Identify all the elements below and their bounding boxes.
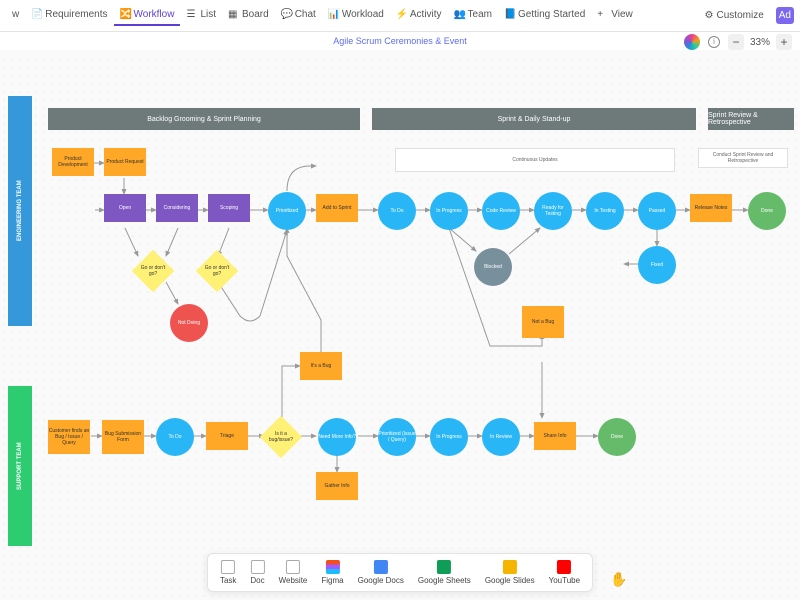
- node-todo-1[interactable]: To Do: [378, 192, 416, 230]
- insert-google-docs[interactable]: Google Docs: [352, 558, 410, 587]
- node-todo-2[interactable]: To Do: [156, 418, 194, 456]
- info-icon[interactable]: i: [708, 36, 720, 48]
- insert-task[interactable]: Task: [214, 558, 242, 587]
- doc-icon: [251, 560, 265, 574]
- connectors: [0, 56, 800, 600]
- team-icon: 👥: [454, 9, 465, 20]
- node-continuous-updates[interactable]: Continuous Updates: [395, 148, 675, 172]
- insert-youtube[interactable]: YouTube: [543, 558, 586, 587]
- zoom-in-button[interactable]: +: [776, 34, 792, 50]
- node-scoping[interactable]: Scoping: [208, 194, 250, 222]
- gear-icon: ⚙: [705, 10, 714, 21]
- node-add-sprint[interactable]: Add to Sprint: [316, 194, 358, 222]
- tab-workload[interactable]: 📊Workload: [322, 5, 390, 26]
- node-blocked[interactable]: Blocked: [474, 248, 512, 286]
- insert-doc[interactable]: Doc: [244, 558, 270, 587]
- node-considering[interactable]: Considering: [156, 194, 198, 222]
- node-in-testing[interactable]: In Testing: [586, 192, 624, 230]
- zoom-controls: − 33% +: [728, 34, 792, 50]
- node-not-doing[interactable]: Not Doing: [170, 304, 208, 342]
- lane-support: SUPPORT TEAM: [8, 386, 32, 546]
- insert-toolbar: Task Doc Website Figma Google Docs Googl…: [207, 553, 593, 592]
- section-sprint[interactable]: Sprint & Daily Stand-up: [372, 108, 696, 130]
- pan-hand-icon[interactable]: ✋: [610, 571, 627, 588]
- node-passed[interactable]: Passed: [638, 192, 676, 230]
- lane-engineering: ENGINEERING TEAM: [8, 96, 32, 326]
- zoom-level: 33%: [750, 37, 770, 48]
- google-sheets-icon: [437, 560, 451, 574]
- node-done-1[interactable]: Done: [748, 192, 786, 230]
- node-gather-info[interactable]: Gather Info: [316, 472, 358, 500]
- node-triage[interactable]: Triage: [206, 422, 248, 450]
- node-need-info[interactable]: Need More Info?: [318, 418, 356, 456]
- node-share-info[interactable]: Share Info: [534, 422, 576, 450]
- plus-icon: +: [597, 9, 608, 20]
- node-prioritized[interactable]: Prioritized: [268, 192, 306, 230]
- youtube-icon: [557, 560, 571, 574]
- add-button[interactable]: Ad: [776, 7, 794, 24]
- doc-icon: 📘: [504, 9, 515, 20]
- view-tabs-toolbar: w 📄Requirements 🔀Workflow ☰List ▦Board 💬…: [0, 0, 800, 32]
- task-icon: [221, 560, 235, 574]
- figma-icon: [326, 560, 340, 574]
- node-go-nogo-1[interactable]: Go or don't go?: [132, 250, 174, 292]
- workflow-icon: 🔀: [120, 9, 131, 20]
- insert-google-sheets[interactable]: Google Sheets: [412, 558, 477, 587]
- tab-requirements[interactable]: 📄Requirements: [25, 5, 113, 26]
- tab-add-view[interactable]: +View: [591, 5, 639, 26]
- google-slides-icon: [503, 560, 517, 574]
- node-in-review[interactable]: In Review: [482, 418, 520, 456]
- tab-activity[interactable]: ⚡Activity: [390, 5, 448, 26]
- node-ready-testing[interactable]: Ready for Testing: [534, 192, 572, 230]
- node-go-nogo-2[interactable]: Go or don't go?: [196, 250, 238, 292]
- tab-getting-started[interactable]: 📘Getting Started: [498, 5, 591, 26]
- node-release-notes[interactable]: Release Notes: [690, 194, 732, 222]
- insert-google-slides[interactable]: Google Slides: [479, 558, 541, 587]
- tab-workflow[interactable]: 🔀Workflow: [114, 5, 181, 26]
- board-icon: ▦: [228, 9, 239, 20]
- node-done-2[interactable]: Done: [598, 418, 636, 456]
- node-fixed[interactable]: Fixed: [638, 246, 676, 284]
- node-product-request[interactable]: Product Request: [104, 148, 146, 176]
- tab-list[interactable]: ☰List: [180, 5, 222, 26]
- node-conduct-review[interactable]: Conduct Sprint Review and Retrospective: [698, 148, 788, 168]
- website-icon: [286, 560, 300, 574]
- node-in-progress-2[interactable]: In Progress: [430, 418, 468, 456]
- tab-chat[interactable]: 💬Chat: [275, 5, 322, 26]
- node-bug-form[interactable]: Bug Submission Form: [102, 420, 144, 454]
- node-customer-bug[interactable]: Customer finds an Bug / Issue / Query: [48, 420, 90, 454]
- workload-icon: 📊: [328, 9, 339, 20]
- list-icon: ☰: [186, 9, 197, 20]
- node-open[interactable]: Open: [104, 194, 146, 222]
- node-prioritized-issue[interactable]: Prioritized (Issue / Query): [378, 418, 416, 456]
- zoom-out-button[interactable]: −: [728, 34, 744, 50]
- section-backlog[interactable]: Backlog Grooming & Sprint Planning: [48, 108, 360, 130]
- canvas-title: Agile Scrum Ceremonies & Event: [333, 36, 467, 46]
- chat-icon: 💬: [281, 9, 292, 20]
- insert-figma[interactable]: Figma: [315, 558, 349, 587]
- node-code-review[interactable]: Code Review: [482, 192, 520, 230]
- canvas-title-bar: Agile Scrum Ceremonies & Event i − 33% +: [0, 32, 800, 50]
- google-docs-icon: [374, 560, 388, 574]
- node-not-bug[interactable]: Not a Bug: [522, 306, 564, 338]
- node-product-development[interactable]: Product Development: [52, 148, 94, 176]
- tab-board[interactable]: ▦Board: [222, 5, 275, 26]
- tab-team[interactable]: 👥Team: [448, 5, 498, 26]
- doc-icon: 📄: [31, 9, 42, 20]
- section-review[interactable]: Sprint Review & Retrospective: [708, 108, 794, 130]
- insert-website[interactable]: Website: [273, 558, 314, 587]
- node-is-bug[interactable]: Is it a bug/issue?: [260, 416, 302, 458]
- clickup-logo-icon[interactable]: [684, 34, 700, 50]
- whiteboard-canvas[interactable]: ENGINEERING TEAM SUPPORT TEAM Backlog Gr…: [0, 56, 800, 600]
- tab-overview[interactable]: w: [6, 5, 25, 26]
- customize-button[interactable]: ⚙Customize: [699, 8, 770, 23]
- node-in-progress-1[interactable]: In Progress: [430, 192, 468, 230]
- activity-icon: ⚡: [396, 9, 407, 20]
- node-its-bug[interactable]: It's a Bug: [300, 352, 342, 380]
